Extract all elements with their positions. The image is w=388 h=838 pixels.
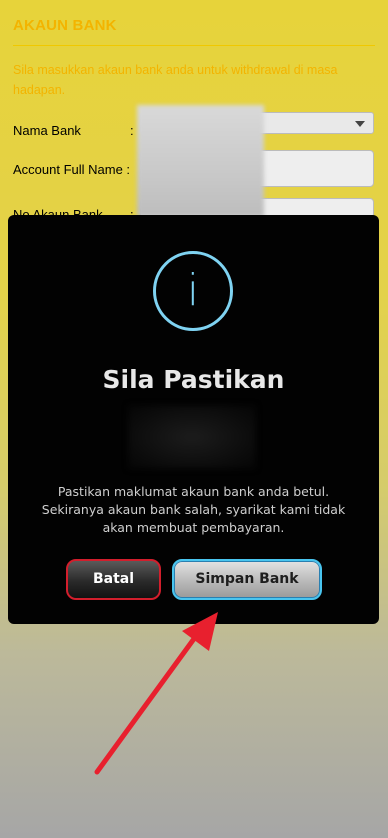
dialog-message: Pastikan maklumat akaun bank anda betul.… [38,483,349,537]
dialog-message-line: Pastikan maklumat akaun bank anda betul. [57,484,330,499]
info-icon: i [153,251,233,331]
confirm-dialog: i Sila Pastikan Pastikan maklumat akaun … [8,215,379,624]
dialog-message-line: Sekiranya akaun bank salah, syarikat kam… [41,502,346,517]
save-bank-button[interactable]: Simpan Bank [172,559,322,600]
dialog-message-line: akan membuat pembayaran. [102,520,285,535]
cancel-button[interactable]: Batal [66,559,161,600]
dialog-title: Sila Pastikan [102,365,285,394]
redacted-bank-details [128,405,256,469]
